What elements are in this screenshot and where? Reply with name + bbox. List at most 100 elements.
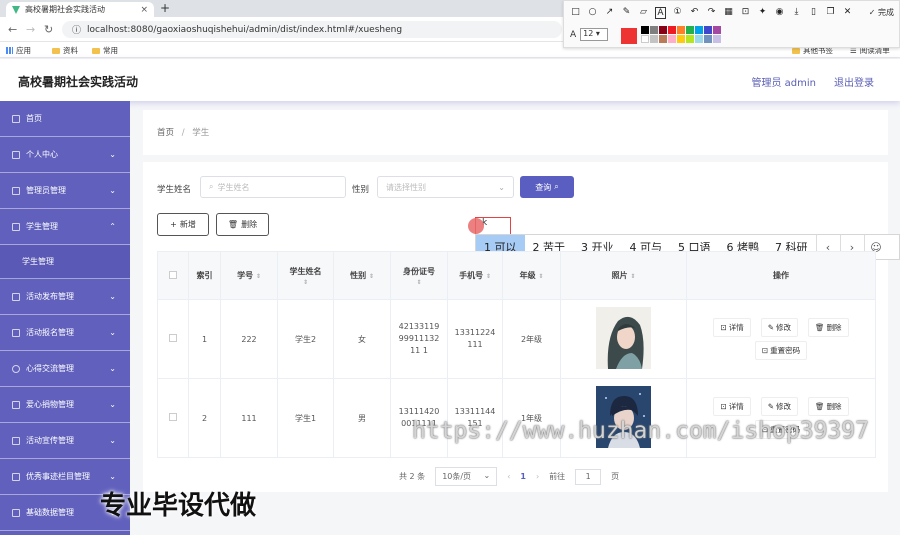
query-button[interactable]: 查询 ⌕ <box>520 176 574 198</box>
delete-button[interactable]: 🗑︎ 删除 <box>216 213 269 236</box>
goto-page-input[interactable]: 1 <box>575 468 602 485</box>
delete-row-button[interactable]: 🗑︎ 删除 <box>808 397 849 416</box>
redo-icon[interactable]: ↷ <box>706 7 717 19</box>
close-icon[interactable]: ✕ <box>842 7 853 19</box>
prev-page-icon[interactable]: ‹ <box>507 472 510 481</box>
mosaic-tool-icon[interactable]: ▦ <box>723 7 734 19</box>
sidebar-item-activity-signup[interactable]: 活动报名管理 ⌄ <box>0 315 130 351</box>
row-select-cell[interactable] <box>157 378 189 458</box>
checkbox[interactable] <box>169 334 177 342</box>
back-icon[interactable]: ← <box>8 23 17 36</box>
gender-select[interactable]: 请选择性别 ⌄ <box>377 176 514 198</box>
column-header[interactable]: 身份证号 ⇕ <box>390 251 448 300</box>
download-icon[interactable]: ⤓ <box>791 7 802 19</box>
reload-icon[interactable]: ↻ <box>44 23 53 36</box>
bookmark-folder[interactable]: 资料 <box>52 45 78 56</box>
new-tab-button[interactable]: + <box>160 1 170 15</box>
color-swatch[interactable] <box>704 35 712 43</box>
color-swatch[interactable] <box>650 35 658 43</box>
color-swatch[interactable] <box>686 26 694 34</box>
color-swatch[interactable] <box>686 35 694 43</box>
breadcrumb-current: 学生 <box>192 128 210 138</box>
sidebar-item-promotion[interactable]: 活动宣传管理 ⌄ <box>0 423 130 459</box>
sidebar-subitem-students[interactable]: 学生管理 <box>0 245 130 279</box>
sort-icon[interactable]: ⇕ <box>303 279 308 286</box>
sort-icon[interactable]: ⇕ <box>486 273 491 280</box>
record-icon[interactable]: ◉ <box>774 7 785 19</box>
name-label: 学生姓名 <box>157 185 192 195</box>
sidebar-item-experience[interactable]: 心得交流管理 ⌄ <box>0 351 130 387</box>
sort-icon[interactable]: ⇕ <box>630 273 635 280</box>
browser-tab[interactable]: 高校暑期社会实践活动 × <box>6 2 154 17</box>
breadcrumb-home[interactable]: 首页 <box>157 128 174 138</box>
color-swatch[interactable] <box>668 35 676 43</box>
arrow-tool-icon[interactable]: ↗ <box>604 7 615 19</box>
rectangle-tool-icon[interactable]: □ <box>570 7 581 19</box>
sidebar-item-home[interactable]: 首页 <box>0 101 130 137</box>
sort-icon[interactable]: ⇕ <box>538 273 543 280</box>
current-color-swatch[interactable] <box>621 28 637 44</box>
phone-icon[interactable]: ▯ <box>808 7 819 19</box>
sidebar-item-donations[interactable]: 爱心捐物管理 ⌄ <box>0 387 130 423</box>
color-swatch[interactable] <box>695 26 703 34</box>
page-size-select[interactable]: 10条/页 ⌄ <box>435 467 498 486</box>
column-header[interactable]: 学号 ⇕ <box>220 251 278 300</box>
column-header[interactable]: 学生姓名 ⇕ <box>277 251 334 300</box>
color-swatch[interactable] <box>668 26 676 34</box>
page-number[interactable]: 1 <box>520 472 526 481</box>
sidebar-item-admins[interactable]: 管理员管理 ⌄ <box>0 173 130 209</box>
sort-icon[interactable]: ⇕ <box>369 273 374 280</box>
text-tool-icon[interactable]: A <box>655 7 666 19</box>
column-header[interactable]: 手机号 ⇕ <box>447 251 503 300</box>
select-all-cell[interactable] <box>157 251 189 300</box>
number-tool-icon[interactable]: ① <box>672 7 683 19</box>
color-swatch[interactable] <box>677 35 685 43</box>
column-header[interactable]: 年级 ⇕ <box>502 251 561 300</box>
color-swatch[interactable] <box>641 26 649 34</box>
logout-link[interactable]: 退出登录 <box>834 74 874 89</box>
name-search-input[interactable]: ⌕ 学生姓名 <box>200 176 346 198</box>
color-swatch[interactable] <box>713 26 721 34</box>
sidebar-item-students[interactable]: 学生管理 ⌃ <box>0 209 130 245</box>
detail-button[interactable]: ⊡ 详情 <box>713 318 751 337</box>
detail-button[interactable]: ⊡ 详情 <box>713 397 751 416</box>
color-swatch[interactable] <box>641 35 649 43</box>
column-header[interactable]: 照片 ⇕ <box>560 251 687 300</box>
font-size-select[interactable]: 12 ▾ <box>580 28 609 41</box>
address-bar[interactable]: ⓘ localhost:8080/gaoxiaoshuqishehui/admi… <box>62 21 562 38</box>
edit-button[interactable]: ✎ 修改 <box>760 318 799 337</box>
edit-button[interactable]: ✎ 修改 <box>760 397 799 416</box>
column-header[interactable]: 性别 ⇕ <box>333 251 391 300</box>
bookmark-folder[interactable]: 常用 <box>92 45 118 56</box>
pagination: 共 2 条 10条/页 ⌄ ‹ 1 › 前往 1 页 <box>399 467 619 486</box>
color-swatch[interactable] <box>659 35 667 43</box>
bookmark-apps[interactable]: 应用 <box>6 45 31 56</box>
copy-icon[interactable]: ❐ <box>825 7 836 19</box>
checkbox[interactable] <box>169 270 177 279</box>
sort-icon[interactable]: ⇕ <box>256 273 261 280</box>
sidebar-item-activity-publish[interactable]: 活动发布管理 ⌄ <box>0 279 130 315</box>
forward-icon[interactable]: → <box>26 23 35 36</box>
pen-tool-icon[interactable]: ✎ <box>621 7 632 19</box>
delete-row-button[interactable]: 🗑︎ 删除 <box>808 318 849 337</box>
ocr-tool-icon[interactable]: ⊡ <box>740 7 751 19</box>
sidebar-item-profile[interactable]: 个人中心 ⌄ <box>0 137 130 173</box>
color-swatch[interactable] <box>713 35 721 43</box>
done-button[interactable]: ✓ 完成 <box>869 7 894 18</box>
color-swatch[interactable] <box>695 35 703 43</box>
color-swatch[interactable] <box>659 26 667 34</box>
marker-tool-icon[interactable]: ▱ <box>638 7 649 19</box>
color-swatch[interactable] <box>677 26 685 34</box>
next-page-icon[interactable]: › <box>536 472 539 481</box>
add-button[interactable]: + 新增 <box>157 213 209 236</box>
row-select-cell[interactable] <box>157 299 189 379</box>
checkbox[interactable] <box>169 413 177 421</box>
pin-icon[interactable]: ✦ <box>757 7 768 19</box>
color-swatch[interactable] <box>704 26 712 34</box>
undo-icon[interactable]: ↶ <box>689 7 700 19</box>
ellipse-tool-icon[interactable]: ○ <box>587 7 598 19</box>
color-swatch[interactable] <box>650 26 658 34</box>
reset-password-button[interactable]: ⊡ 重置密码 <box>754 341 808 360</box>
tab-close-icon[interactable]: × <box>140 5 148 15</box>
sort-icon[interactable]: ⇕ <box>416 279 421 286</box>
